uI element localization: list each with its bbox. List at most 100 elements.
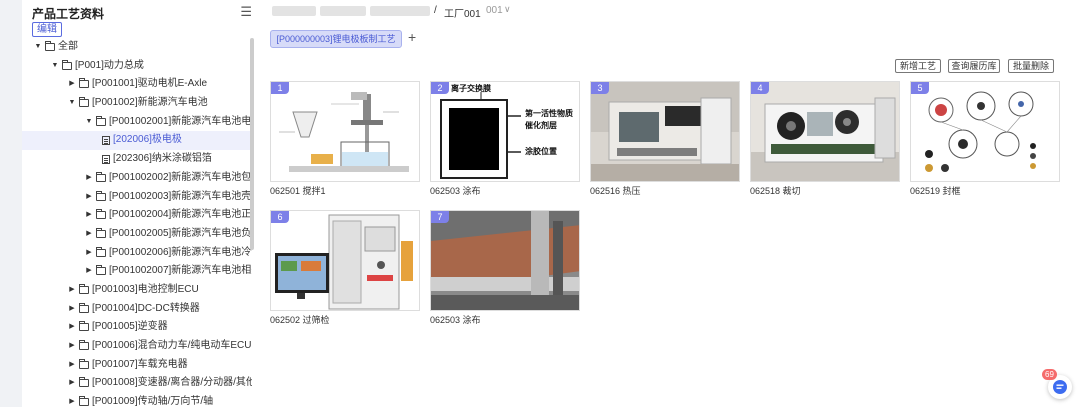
process-card[interactable]: 4 062518 裁切 bbox=[750, 81, 900, 196]
schematic-label: 第一活性物质催化剂层 bbox=[525, 109, 573, 130]
caret-down-icon[interactable]: ▼ bbox=[50, 57, 60, 76]
process-card[interactable]: 2 ∞ 离子交换膜 第一活性物质催化剂层 涂胶位置 062503 涂布 bbox=[430, 81, 580, 196]
caret-right-icon[interactable]: ▶ bbox=[84, 188, 94, 207]
caret-right-icon[interactable]: ▶ bbox=[67, 356, 77, 375]
tree-node[interactable]: ▶ [P001006]混合动力车/纯电动车ECU bbox=[22, 337, 252, 356]
caret-right-icon[interactable]: ▶ bbox=[67, 300, 77, 319]
caret-down-icon[interactable]: ▼ bbox=[33, 38, 43, 57]
tree-node[interactable]: ▶ [P001001]驱动电机E-Axle bbox=[22, 75, 252, 94]
tree-node[interactable]: ▶ [P001009]传动轴/万向节/轴 bbox=[22, 393, 252, 407]
breadcrumb-factory[interactable]: 工厂001 bbox=[444, 5, 481, 20]
tree-node[interactable]: [202006]极电极 bbox=[22, 131, 252, 151]
machine-photo bbox=[591, 82, 739, 181]
folder-icon bbox=[96, 265, 106, 276]
caret-right-icon[interactable]: ▶ bbox=[84, 262, 94, 281]
caret-right-icon[interactable]: ▶ bbox=[67, 393, 77, 407]
document-icon bbox=[102, 155, 110, 165]
caret-right-icon[interactable]: ▶ bbox=[84, 225, 94, 244]
card-thumbnail[interactable]: 7 bbox=[430, 210, 580, 311]
card-label: 062503 涂布 bbox=[430, 186, 481, 196]
process-card[interactable]: 6 062502 过筛检 bbox=[270, 210, 420, 325]
card-label: 062519 封框 bbox=[910, 186, 961, 196]
notification-badge: 69 bbox=[1042, 369, 1057, 380]
breadcrumb-separator: / bbox=[434, 5, 437, 16]
tree-node-label: [P001007]车载充电器 bbox=[92, 358, 188, 370]
tree-node[interactable]: ▶ [P001002005]新能源汽车电池负极材料 bbox=[22, 225, 252, 244]
caret-right-icon[interactable]: ▶ bbox=[67, 318, 77, 337]
sidebar-title: 产品工艺资料 bbox=[32, 7, 105, 21]
tree-node-label: [P001006]混合动力车/纯电动车ECU bbox=[92, 340, 252, 351]
tree-node-label: [P001005]逆变器 bbox=[92, 321, 168, 333]
tree-node[interactable]: ▶ [P001002002]新能源汽车电池包/系统 bbox=[22, 169, 252, 188]
tree-node[interactable]: ▶ [P001002004]新能源汽车电池正极材料 bbox=[22, 206, 252, 225]
tree-node-label: [P001002006]新能源汽车电池冷却/热管理 bbox=[109, 246, 252, 258]
tree-node-label: [P001003]电池控制ECU bbox=[92, 283, 199, 295]
caret-right-icon[interactable]: ▶ bbox=[84, 244, 94, 263]
card-thumbnail[interactable]: 3 bbox=[590, 81, 740, 182]
folder-icon bbox=[79, 97, 89, 108]
tree-node[interactable]: ▶ [P001008]变速器/离合器/分动器/其他零 bbox=[22, 374, 252, 393]
caret-right-icon[interactable]: ▶ bbox=[84, 169, 94, 188]
tree-node[interactable]: ▼ [P001002]新能源汽车电池 bbox=[22, 94, 252, 113]
process-card[interactable]: 5 062519 封框 bbox=[910, 81, 1060, 196]
tree-node[interactable]: ▼ 全部 bbox=[22, 38, 252, 57]
card-number-badge: 7 bbox=[431, 211, 449, 223]
tree-node-label: [P001009]传动轴/万向节/轴 bbox=[92, 396, 214, 407]
tab-process[interactable]: [P000000003]锂电极板制工艺 bbox=[270, 30, 402, 48]
card-number-badge: 6 bbox=[271, 211, 289, 223]
card-label: 062503 涂布 bbox=[430, 315, 481, 325]
folder-icon bbox=[79, 377, 89, 388]
card-thumbnail[interactable]: 1 bbox=[270, 81, 420, 182]
caret-right-icon[interactable]: ▶ bbox=[67, 281, 77, 300]
folder-icon bbox=[79, 396, 89, 407]
tree-node[interactable]: ▶ [P001002003]新能源汽车电池壳体 bbox=[22, 188, 252, 207]
tree-node[interactable]: ▶ [P001002006]新能源汽车电池冷却/热管理 bbox=[22, 244, 252, 263]
tree-node-label: [P001002007]新能源汽车电池相关零部件 bbox=[109, 265, 252, 277]
new-process-button[interactable]: 新增工艺 bbox=[895, 59, 941, 73]
tree-node-label: [202006]极电极 bbox=[113, 134, 182, 146]
chevron-down-icon[interactable]: ∨ bbox=[504, 4, 511, 15]
tree-node[interactable]: ▼ [P001002001]新能源汽车电池电芯/极 bbox=[22, 113, 252, 132]
card-number-badge: 1 bbox=[271, 82, 289, 94]
history-button[interactable]: 查询履历库 bbox=[948, 59, 1000, 73]
tree-node[interactable]: ▶ [P001003]电池控制ECU bbox=[22, 281, 252, 300]
card-label: 062501 搅拌1 bbox=[270, 186, 326, 196]
menu-icon[interactable]: ☰ bbox=[240, 4, 252, 20]
tree-node[interactable]: ▶ [P001002007]新能源汽车电池相关零部件 bbox=[22, 262, 252, 281]
process-card[interactable]: 3 062516 热压 bbox=[590, 81, 740, 196]
add-tab-icon[interactable]: + bbox=[408, 29, 416, 45]
sidebar-scrollbar[interactable] bbox=[250, 38, 254, 250]
diagram-thumbnail bbox=[271, 82, 419, 181]
caret-down-icon[interactable]: ▼ bbox=[67, 94, 77, 113]
tree-node-label: [P001002005]新能源汽车电池负极材料 bbox=[109, 227, 252, 239]
batch-delete-button[interactable]: 批量删除 bbox=[1008, 59, 1054, 73]
card-label: 062516 热压 bbox=[590, 186, 641, 196]
tree-node-label: [P001002003]新能源汽车电池壳体 bbox=[109, 190, 252, 202]
roller-photo bbox=[431, 211, 579, 310]
process-card[interactable]: 1 062501 搅拌1 bbox=[270, 81, 420, 196]
app: 产品工艺资料 ☰ 编辑 ▼ 全部 ▼ [P001]动力总成 ▶ [P001001]驱动电机… bbox=[0, 0, 1080, 407]
caret-right-icon[interactable]: ▶ bbox=[84, 206, 94, 225]
card-thumbnail[interactable]: 6 bbox=[270, 210, 420, 311]
card-thumbnail[interactable]: 4 bbox=[750, 81, 900, 182]
tree-node-label: [P001008]变速器/离合器/分动器/其他零 bbox=[92, 377, 252, 389]
card-thumbnail[interactable]: 5 bbox=[910, 81, 1060, 182]
caret-down-icon[interactable]: ▼ bbox=[84, 113, 94, 132]
folder-icon bbox=[96, 190, 106, 201]
tree-node[interactable]: [202306]纳米涂碳铝箔 bbox=[22, 150, 252, 169]
process-card[interactable]: 7 062503 涂布 bbox=[430, 210, 580, 325]
caret-right-icon[interactable]: ▶ bbox=[67, 75, 77, 94]
card-thumbnail[interactable]: 2 ∞ 离子交换膜 第一活性物质催化剂层 涂胶位置 bbox=[430, 81, 580, 182]
folder-icon bbox=[96, 227, 106, 238]
caret-right-icon[interactable]: ▶ bbox=[67, 374, 77, 393]
edit-button[interactable]: 编辑 bbox=[32, 22, 62, 37]
tree-node[interactable]: ▶ [P001007]车载充电器 bbox=[22, 356, 252, 375]
tree-node[interactable]: ▼ [P001]动力总成 bbox=[22, 57, 252, 76]
card-label: 062518 裁切 bbox=[750, 186, 801, 196]
winder-photo bbox=[751, 82, 899, 181]
breadcrumb-sub[interactable]: 001 bbox=[486, 5, 503, 16]
tree-node[interactable]: ▶ [P001004]DC-DC转换器 bbox=[22, 300, 252, 319]
folder-icon bbox=[79, 321, 89, 332]
caret-right-icon[interactable]: ▶ bbox=[67, 337, 77, 356]
tree-node[interactable]: ▶ [P001005]逆变器 bbox=[22, 318, 252, 337]
